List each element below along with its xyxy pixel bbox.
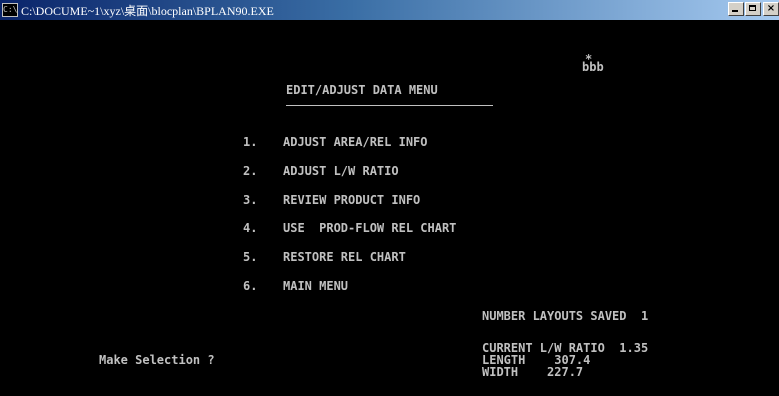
selection-prompt: Make Selection ?: [99, 353, 215, 367]
menu-item-label: USE PROD-FLOW REL CHART: [283, 221, 457, 235]
close-button[interactable]: ×: [763, 2, 779, 16]
menu-item-label: MAIN MENU: [283, 279, 349, 293]
menu-item-label: REVIEW PRODUCT INFO: [283, 193, 421, 207]
console-screen[interactable]: * bbb EDIT/ADJUST DATA MENU 1. ADJUST AR…: [0, 20, 779, 396]
menu-item-number: 1.: [243, 135, 258, 149]
window-title: C:\DOCUME~1\xyz\桌面\blocplan\BPLAN90.EXE: [21, 3, 274, 18]
menu-item-number: 6.: [243, 279, 258, 293]
console-window: C:\ C:\DOCUME~1\xyz\桌面\blocplan\BPLAN90.…: [0, 0, 779, 396]
menu-item-number: 4.: [243, 221, 258, 235]
user-name: bbb: [582, 60, 604, 74]
menu-item-number: 2.: [243, 164, 258, 178]
console-icon[interactable]: C:\: [2, 3, 18, 17]
minimize-button[interactable]: [728, 2, 744, 16]
menu-item-number: 5.: [243, 250, 258, 264]
window-controls: ×: [727, 2, 779, 16]
title-bar[interactable]: C:\ C:\DOCUME~1\xyz\桌面\blocplan\BPLAN90.…: [0, 0, 779, 20]
width-status: WIDTH 227.7: [482, 365, 584, 379]
layouts-saved-status: NUMBER LAYOUTS SAVED 1: [482, 309, 649, 323]
menu-title-underline: [286, 105, 493, 106]
menu-item-label: ADJUST L/W RATIO: [283, 164, 399, 178]
menu-item-number: 3.: [243, 193, 258, 207]
menu-item-label: ADJUST AREA/REL INFO: [283, 135, 428, 149]
maximize-button[interactable]: [745, 2, 761, 16]
menu-title: EDIT/ADJUST DATA MENU: [286, 83, 438, 97]
menu-item-label: RESTORE REL CHART: [283, 250, 406, 264]
